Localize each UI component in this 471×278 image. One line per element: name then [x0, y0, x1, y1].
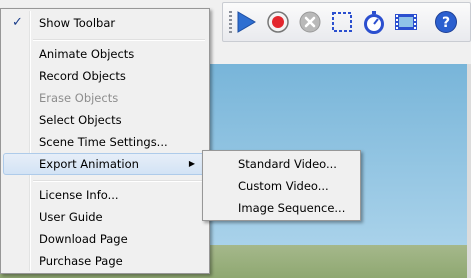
menu-item-animate-objects[interactable]: Animate Objects [3, 43, 207, 65]
select-button[interactable] [330, 10, 354, 34]
submenu-item-standard-video[interactable]: Standard Video... [205, 153, 358, 175]
export-video-button[interactable] [394, 10, 418, 34]
menu-separator [33, 180, 205, 182]
menu-item-export-animation[interactable]: Export Animation ▶ [3, 153, 207, 175]
animation-toolbar: ? [222, 2, 471, 42]
menu-item-label: License Info... [39, 188, 119, 202]
menu-item-label: Custom Video... [238, 179, 329, 193]
menu-item-show-toolbar[interactable]: ✓ Show Toolbar [3, 12, 207, 34]
play-button[interactable] [234, 10, 258, 34]
menu-item-select-objects[interactable]: Select Objects [3, 109, 207, 131]
select-icon [332, 12, 352, 32]
menu-item-label: User Guide [39, 210, 103, 224]
menu-item-label: Standard Video... [238, 157, 337, 171]
record-button[interactable] [266, 10, 290, 34]
film-icon [395, 14, 417, 30]
menu-item-user-guide[interactable]: User Guide [3, 206, 207, 228]
menu-item-label: Select Objects [39, 113, 122, 127]
menu-item-purchase-page[interactable]: Purchase Page [3, 250, 207, 272]
stopwatch-icon [364, 11, 384, 34]
menu-item-label: Image Sequence... [238, 201, 346, 215]
help-button[interactable]: ? [434, 10, 458, 34]
scrollbar-edge [467, 64, 471, 278]
menu-item-record-objects[interactable]: Record Objects [3, 65, 207, 87]
menu-item-label: Animate Objects [39, 47, 135, 61]
menu-separator [33, 39, 205, 41]
submenu-item-custom-video[interactable]: Custom Video... [205, 175, 358, 197]
menu-item-license-info[interactable]: License Info... [3, 184, 207, 206]
menu-item-label: Download Page [39, 232, 128, 246]
menu-item-label: Record Objects [39, 69, 126, 83]
menu-item-download-page[interactable]: Download Page [3, 228, 207, 250]
scene-time-button[interactable] [362, 10, 386, 34]
erase-button[interactable] [298, 10, 322, 34]
menu-item-label: Erase Objects [39, 91, 119, 105]
submenu-arrow-icon: ▶ [188, 159, 195, 168]
menu-item-label: Scene Time Settings... [39, 135, 168, 149]
menu-item-label: Show Toolbar [39, 16, 116, 30]
menu-item-label: Export Animation [39, 157, 139, 171]
erase-icon [299, 11, 321, 33]
menu-item-label: Purchase Page [39, 254, 123, 268]
menu-item-erase-objects: Erase Objects [3, 87, 207, 109]
record-icon [267, 11, 289, 33]
svg-text:?: ? [442, 15, 450, 31]
submenu-item-image-sequence[interactable]: Image Sequence... [205, 197, 358, 219]
play-icon [237, 11, 256, 33]
context-menu: ✓ Show Toolbar Animate Objects Record Ob… [0, 8, 210, 274]
export-animation-submenu: Standard Video... Custom Video... Image … [202, 150, 361, 221]
menu-item-scene-time-settings[interactable]: Scene Time Settings... [3, 131, 207, 153]
toolbar-grip[interactable] [229, 11, 232, 33]
help-icon: ? [435, 11, 457, 33]
check-icon: ✓ [12, 15, 23, 30]
